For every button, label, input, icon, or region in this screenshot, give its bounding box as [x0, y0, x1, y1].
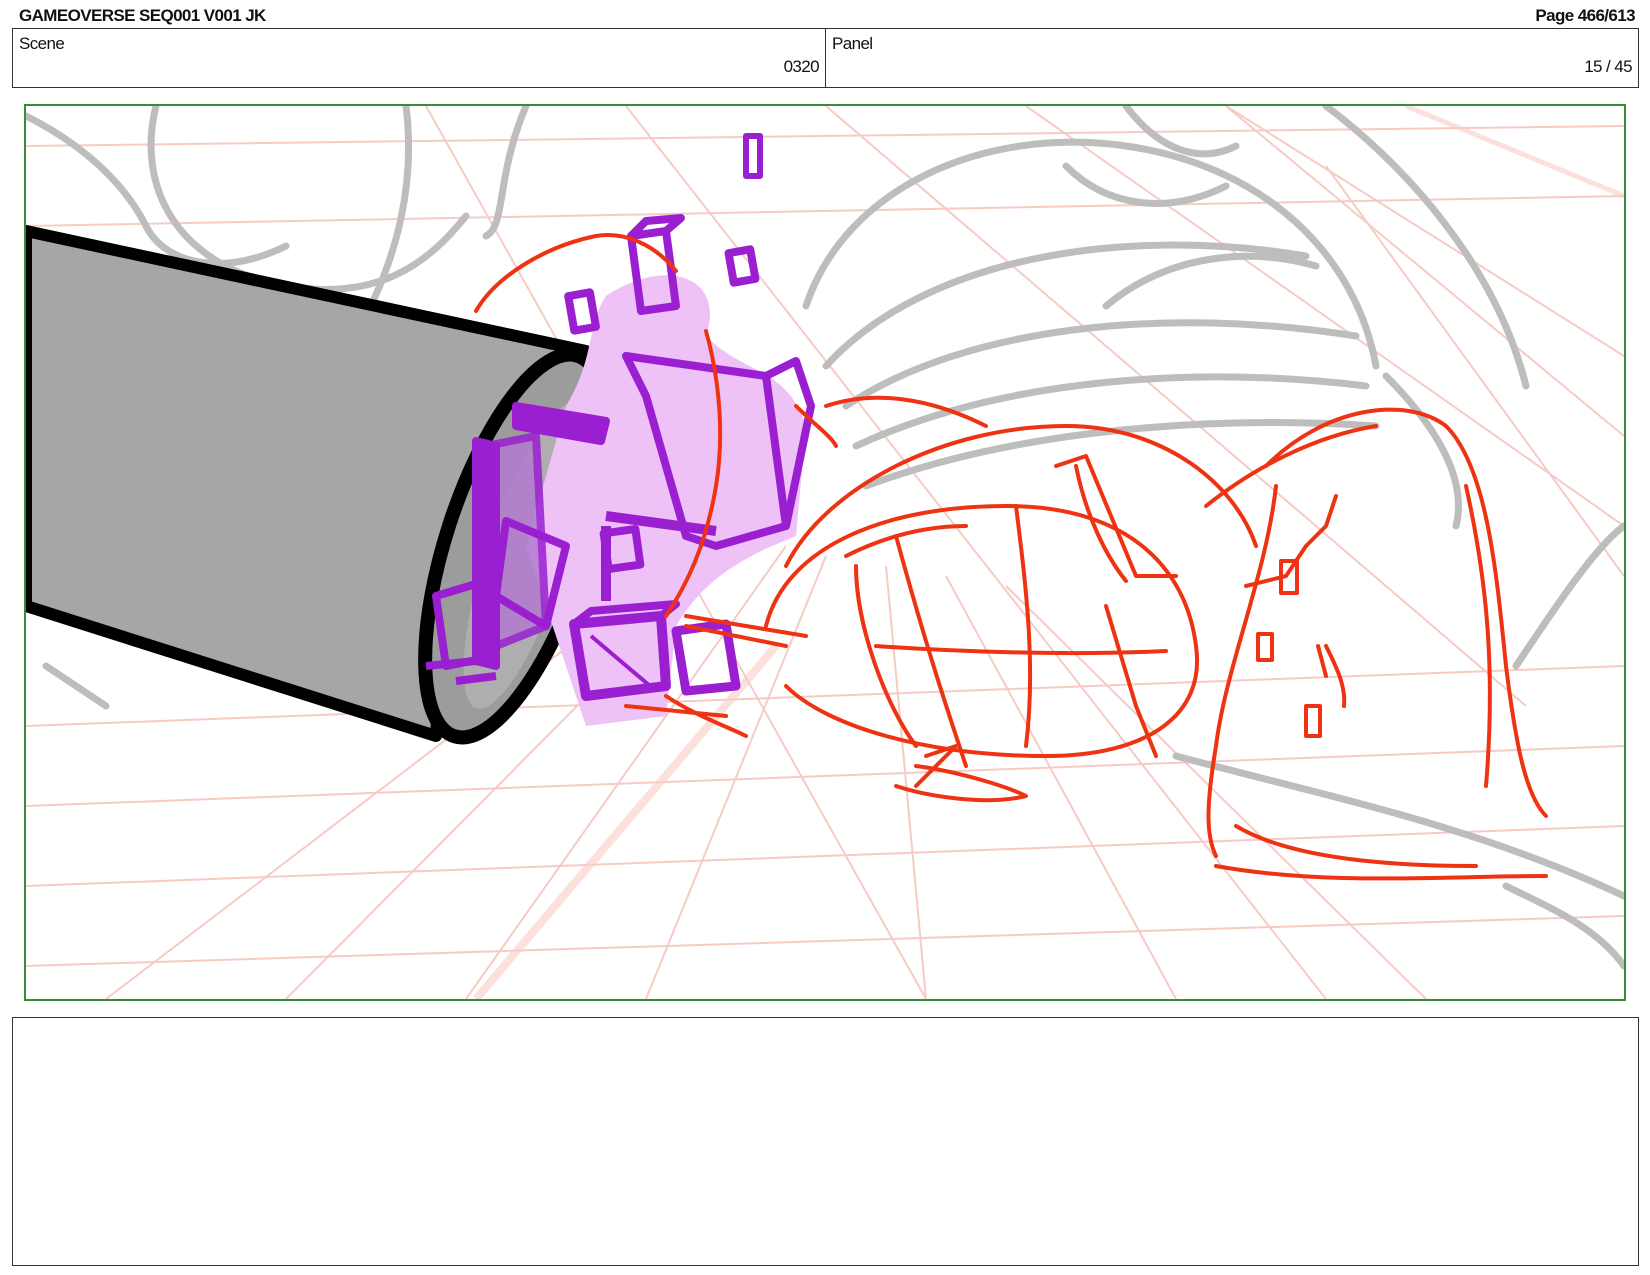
storyboard-panel	[24, 104, 1626, 1001]
panel-cell: Panel 15 / 45	[826, 29, 1638, 87]
storyboard-drawing	[26, 106, 1624, 999]
panel-notes	[12, 1017, 1639, 1266]
scene-label: Scene	[19, 34, 65, 53]
scene-value: 0320	[783, 57, 820, 76]
scene-panel-info: Scene 0320 Panel 15 / 45	[12, 28, 1639, 88]
page-number: Page 466/613	[1535, 6, 1635, 25]
panel-label: Panel	[832, 34, 873, 53]
panel-value: 15 / 45	[1584, 57, 1632, 76]
scene-cell: Scene 0320	[13, 29, 826, 87]
document-title: GAMEOVERSE SEQ001 V001 JK	[19, 6, 266, 25]
